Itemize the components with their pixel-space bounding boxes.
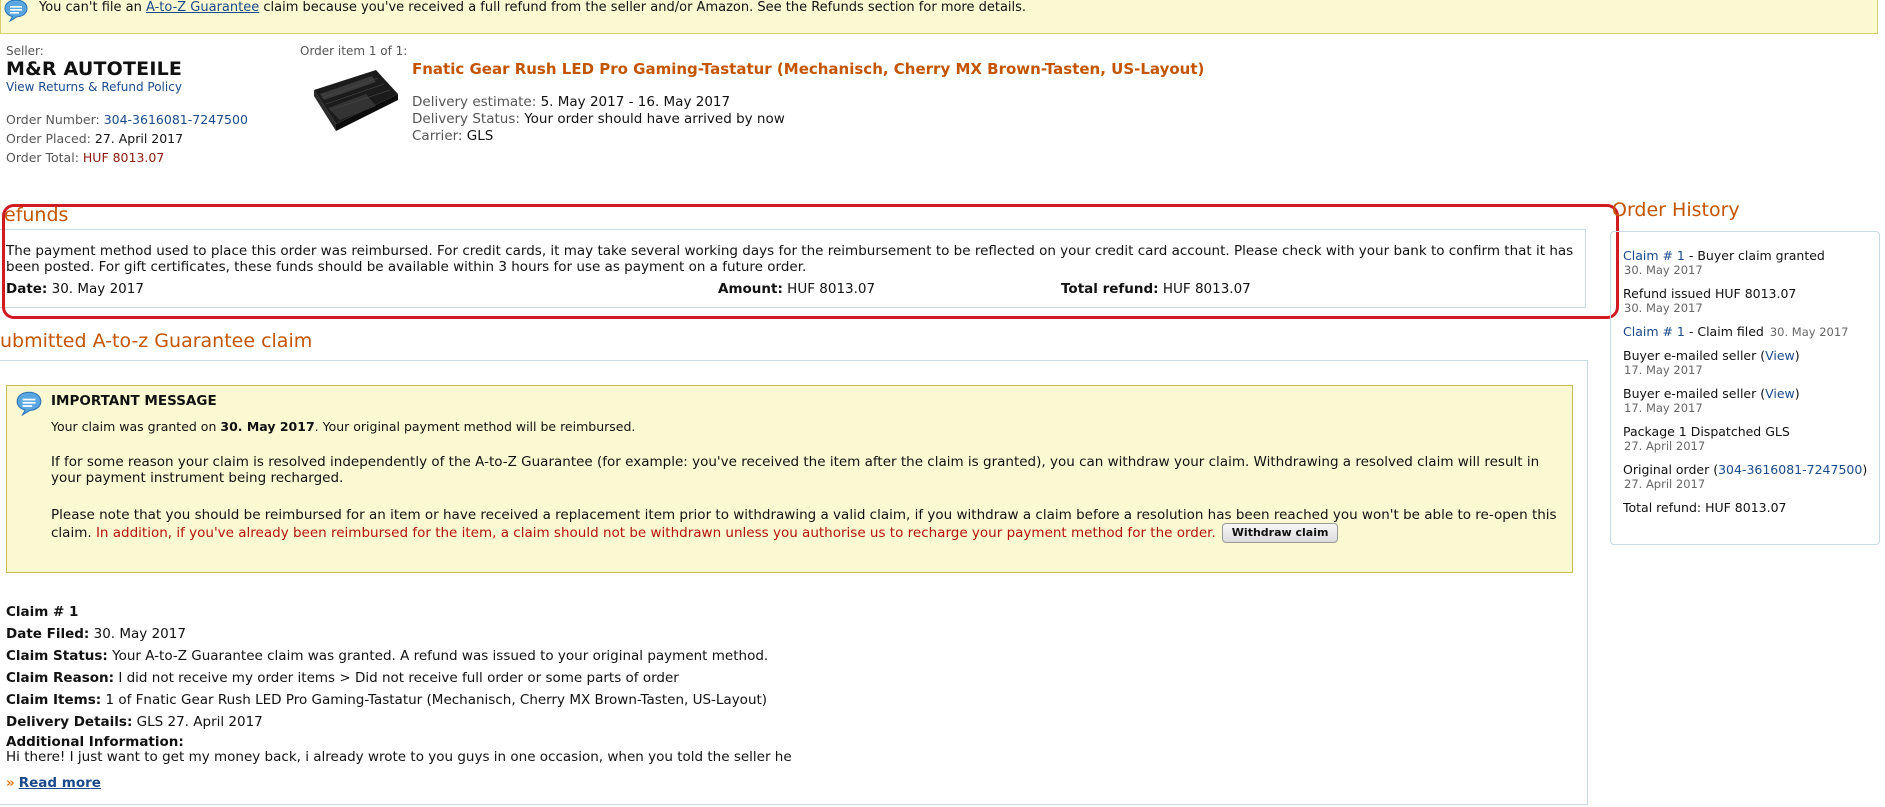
history-entry: Package 1 Dispatched GLS 27. April 2017 [1623, 424, 1790, 453]
important-message-box: IMPORTANT MESSAGE Your claim was granted… [6, 385, 1573, 573]
claim-details: Claim # 1 Date Filed: 30. May 2017 Claim… [6, 601, 792, 765]
refund-amount: Amount: HUF 8013.07 [718, 281, 876, 297]
history-entry: Buyer e-mailed seller (View) 17. May 201… [1623, 348, 1800, 377]
claim-heading: ubmitted A-to-z Guarantee claim [0, 330, 313, 352]
product-title-link[interactable]: Fnatic Gear Rush LED Pro Gaming-Tastatur… [412, 60, 1204, 78]
withdraw-info-text: If for some reason your claim is resolve… [51, 454, 1540, 486]
history-total-refund: Total refund: HUF 8013.07 [1623, 500, 1787, 515]
withdraw-claim-button[interactable]: Withdraw claim [1221, 523, 1339, 543]
returns-policy-link[interactable]: View Returns & Refund Policy [6, 80, 182, 94]
history-entry: Buyer e-mailed seller (View) 17. May 201… [1623, 386, 1800, 415]
original-order-link[interactable]: 304-3616081-7247500 [1718, 462, 1862, 477]
additional-information-text: Hi there! I just want to get my money ba… [6, 749, 792, 765]
claim-number: Claim # 1 [6, 604, 79, 620]
order-placed-date: 27. April 2017 [94, 131, 184, 146]
seller-info: Seller: M&R AUTOTEILE View Returns & Ref… [6, 44, 296, 167]
refund-total: Total refund: HUF 8013.07 [1061, 281, 1251, 297]
order-item-label: Order item 1 of 1: [300, 44, 408, 58]
a-to-z-guarantee-link[interactable]: A-to-Z Guarantee [146, 0, 259, 15]
order-item: Order item 1 of 1: Fnatic Gear Rush LED … [300, 44, 1204, 144]
claim-panel: IMPORTANT MESSAGE Your claim was granted… [0, 360, 1588, 805]
history-entry: Claim # 1 - Claim filed 30. May 2017 [1623, 324, 1849, 339]
view-email-link[interactable]: View [1765, 348, 1795, 363]
refund-date: Date: 30. May 2017 [6, 281, 144, 297]
claim-link[interactable]: Claim # 1 [1623, 324, 1685, 339]
read-more-link[interactable]: Read more [19, 775, 101, 791]
claim-link[interactable]: Claim # 1 [1623, 248, 1685, 263]
claim-granted-message: Your claim was granted on 30. May 2017. … [51, 419, 636, 434]
refunds-heading: efunds [4, 204, 69, 226]
order-history-panel: Claim # 1 - Buyer claim granted 30. May … [1610, 231, 1880, 545]
history-entry: Refund issued HUF 8013.07 30. May 2017 [1623, 286, 1797, 315]
order-number-link[interactable]: 304-3616081-7247500 [104, 112, 248, 127]
important-message-title: IMPORTANT MESSAGE [51, 393, 217, 409]
refunds-panel: The payment method used to place this or… [0, 229, 1586, 308]
order-total: HUF 8013.07 [82, 150, 165, 165]
order-history-heading: Order History [1612, 199, 1740, 221]
refund-explanation: The payment method used to place this or… [6, 243, 1574, 275]
alert-text: You can't file an A-to-Z Guarantee claim… [39, 0, 1027, 15]
seller-name: M&R AUTOTEILE [6, 58, 183, 80]
speech-bubble-icon [3, 0, 29, 26]
keyboard-thumbnail[interactable] [306, 64, 402, 136]
withdraw-warning-text: Please note that you should be reimburse… [51, 507, 1557, 543]
seller-label: Seller: [6, 44, 44, 58]
delivery-details: Delivery estimate: 5. May 2017 - 16. May… [412, 94, 785, 144]
chevron-right-icon: » [6, 775, 15, 791]
view-email-link[interactable]: View [1765, 386, 1795, 401]
refund-alert-banner: You can't file an A-to-Z Guarantee claim… [0, 0, 1878, 34]
history-entry: Claim # 1 - Buyer claim granted 30. May … [1623, 248, 1825, 277]
read-more: » Read more [6, 775, 101, 791]
order-meta: Order Number: 304-3616081-7247500 Order … [6, 112, 248, 165]
history-entry: Original order (304-3616081-7247500) 27.… [1623, 462, 1868, 491]
speech-bubble-icon [15, 390, 43, 420]
